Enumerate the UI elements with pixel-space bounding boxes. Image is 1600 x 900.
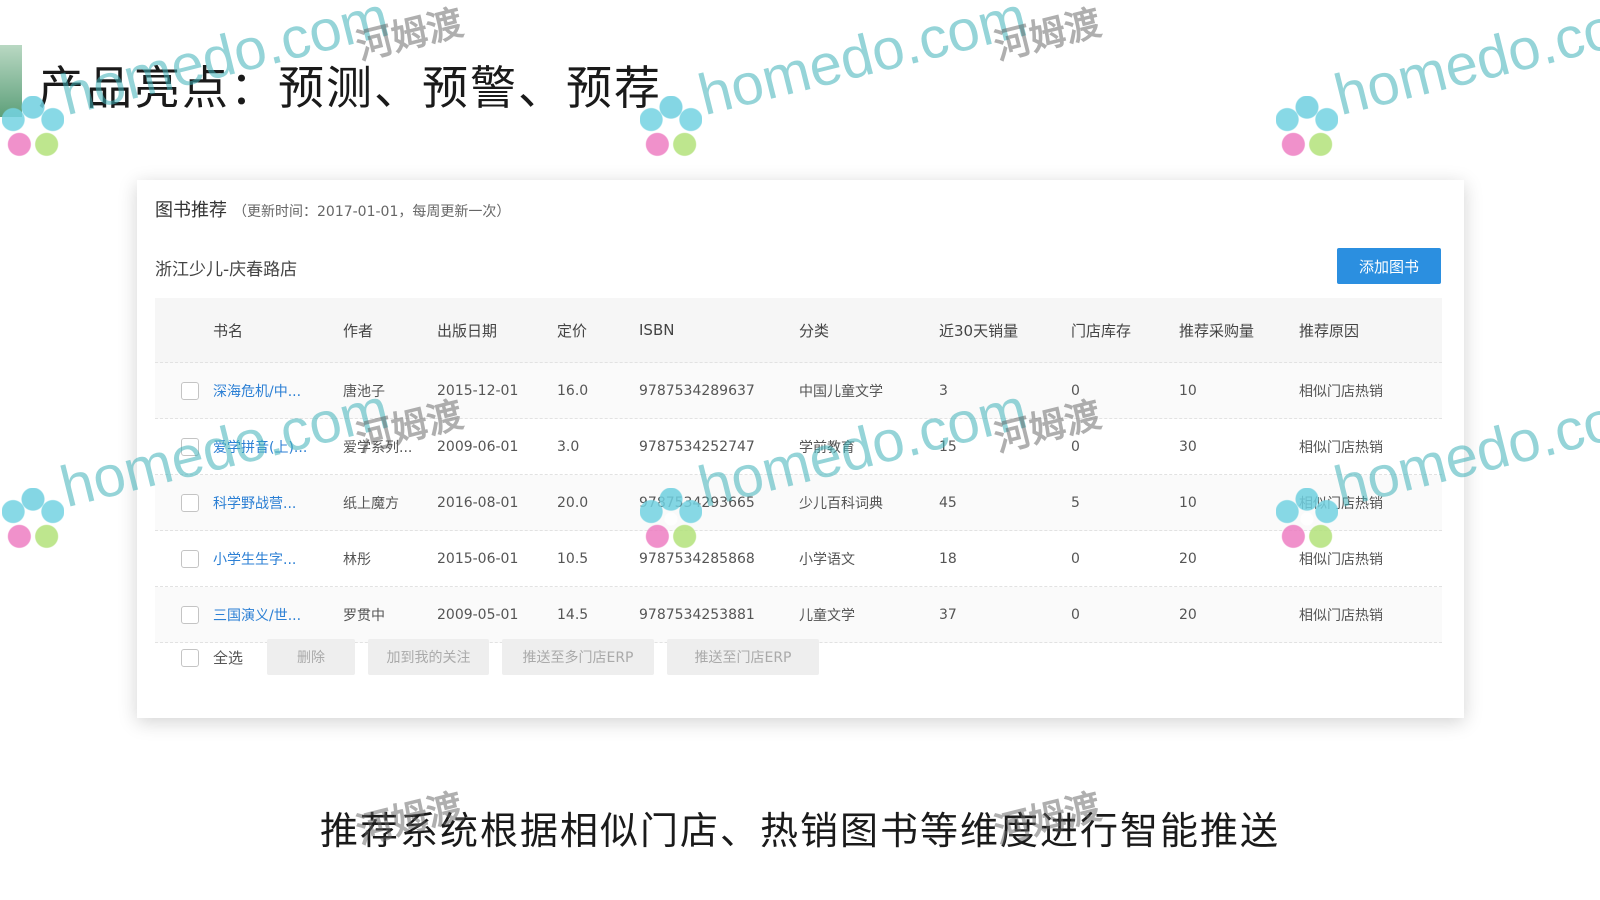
book-title-link[interactable]: 科学野战营... — [213, 475, 331, 530]
row-checkbox[interactable] — [181, 437, 199, 456]
header-sales: 近30天销量 — [939, 321, 1019, 340]
book-author: 纸上魔方 — [343, 495, 399, 512]
homedo-flower-icon — [1276, 96, 1338, 158]
book-sales: 18 — [939, 550, 957, 567]
slide-title: 产品亮点：预测、预警、预荐 — [38, 61, 662, 115]
row-checkbox[interactable] — [181, 605, 199, 624]
slide-caption: 推荐系统根据相似门店、热销图书等维度进行智能推送 — [319, 809, 1280, 853]
add-book-button[interactable]: 添加图书 — [1337, 248, 1441, 284]
book-buy-qty: 30 — [1179, 438, 1197, 455]
book-stock: 0 — [1071, 382, 1080, 399]
book-buy-qty: 20 — [1179, 550, 1197, 567]
book-price: 16.0 — [557, 382, 589, 399]
header-title: 书名 — [213, 321, 244, 340]
book-price: 10.5 — [557, 550, 589, 567]
book-title-link[interactable]: 深海危机/中... — [213, 363, 331, 418]
book-reason: 相似门店热销 — [1299, 383, 1383, 400]
table-row: 深海危机/中... 唐池子 2015-12-01 16.0 9787534289… — [155, 363, 1442, 419]
table-footer-actions: 全选 删除 加到我的关注 推送至多门店ERP 推送至门店ERP — [155, 633, 1442, 683]
delete-button[interactable]: 删除 — [267, 639, 355, 675]
push-store-erp-button[interactable]: 推送至门店ERP — [667, 639, 819, 675]
table-row: 爱学拼音(上)... 爱学系列... 2009-06-01 3.0 978753… — [155, 419, 1442, 475]
row-checkbox[interactable] — [181, 381, 199, 400]
book-category: 中国儿童文学 — [799, 383, 883, 400]
book-isbn: 9787534252747 — [639, 438, 755, 455]
book-sales: 15 — [939, 438, 957, 455]
book-date: 2009-06-01 — [437, 438, 519, 455]
header-category: 分类 — [799, 321, 830, 340]
header-reason: 推荐原因 — [1299, 321, 1360, 340]
book-author: 爱学系列... — [343, 439, 413, 456]
header-price: 定价 — [557, 321, 588, 340]
row-checkbox[interactable] — [181, 493, 199, 512]
update-note: （更新时间：2017-01-01，每周更新一次） — [233, 204, 511, 220]
homedo-watermark-text: homedo.com — [1328, 0, 1600, 129]
book-price: 20.0 — [557, 494, 589, 511]
book-price: 3.0 — [557, 438, 580, 455]
book-isbn: 9787534285868 — [639, 550, 755, 567]
panel-header: 图书推荐 （更新时间：2017-01-01，每周更新一次） — [155, 196, 510, 222]
panel-title: 图书推荐 — [155, 200, 227, 221]
book-reason: 相似门店热销 — [1299, 439, 1383, 456]
add-to-watchlist-button[interactable]: 加到我的关注 — [368, 639, 489, 675]
book-stock: 5 — [1071, 494, 1080, 511]
book-stock: 0 — [1071, 550, 1080, 567]
header-isbn: ISBN — [639, 321, 675, 339]
book-isbn: 9787534289637 — [639, 382, 755, 399]
book-date: 2015-06-01 — [437, 550, 519, 567]
recommendation-table: 书名 作者 出版日期 定价 ISBN 分类 近30天销量 门店库存 推荐采购量 … — [155, 298, 1442, 643]
store-name: 浙江少儿-庆春路店 — [155, 260, 298, 280]
table-header-row: 书名 作者 出版日期 定价 ISBN 分类 近30天销量 门店库存 推荐采购量 … — [155, 298, 1442, 363]
homedo-flower-icon — [2, 488, 64, 550]
title-accent-bar — [0, 45, 22, 117]
header-stock: 门店库存 — [1071, 321, 1132, 340]
select-all-checkbox[interactable] — [181, 649, 199, 667]
book-author: 林彤 — [343, 551, 371, 568]
book-category: 少儿百科词典 — [799, 495, 883, 512]
table-row: 科学野战营... 纸上魔方 2016-08-01 20.0 9787534293… — [155, 475, 1442, 531]
book-isbn: 9787534293665 — [639, 494, 755, 511]
book-reason: 相似门店热销 — [1299, 551, 1383, 568]
header-author: 作者 — [343, 321, 374, 340]
book-category: 学前教育 — [799, 439, 855, 456]
book-buy-qty: 10 — [1179, 382, 1197, 399]
header-date: 出版日期 — [437, 321, 498, 340]
book-date: 2015-12-01 — [437, 382, 519, 399]
table-body: 深海危机/中... 唐池子 2015-12-01 16.0 9787534289… — [155, 363, 1442, 643]
book-recommendation-panel: 图书推荐 （更新时间：2017-01-01，每周更新一次） 浙江少儿-庆春路店 添… — [137, 180, 1464, 718]
table-row: 小学生生字... 林彤 2015-06-01 10.5 978753428586… — [155, 531, 1442, 587]
row-checkbox[interactable] — [181, 549, 199, 568]
homedo-watermark-cn: 河姆渡 — [990, 2, 1106, 69]
book-title-link[interactable]: 爱学拼音(上)... — [213, 419, 331, 474]
book-stock: 0 — [1071, 438, 1080, 455]
header-buy: 推荐采购量 — [1179, 321, 1255, 340]
book-sales: 45 — [939, 494, 957, 511]
book-author: 唐池子 — [343, 383, 385, 400]
book-title-link[interactable]: 小学生生字... — [213, 531, 331, 586]
homedo-watermark-text: homedo.com — [692, 0, 1034, 129]
select-all-label[interactable]: 全选 — [213, 647, 243, 668]
book-date: 2016-08-01 — [437, 494, 519, 511]
push-multi-store-erp-button[interactable]: 推送至多门店ERP — [502, 639, 654, 675]
book-reason: 相似门店热销 — [1299, 495, 1383, 512]
book-buy-qty: 10 — [1179, 494, 1197, 511]
book-category: 小学语文 — [799, 551, 855, 568]
homedo-watermark-cn: 河姆渡 — [352, 2, 468, 69]
book-sales: 3 — [939, 382, 948, 399]
